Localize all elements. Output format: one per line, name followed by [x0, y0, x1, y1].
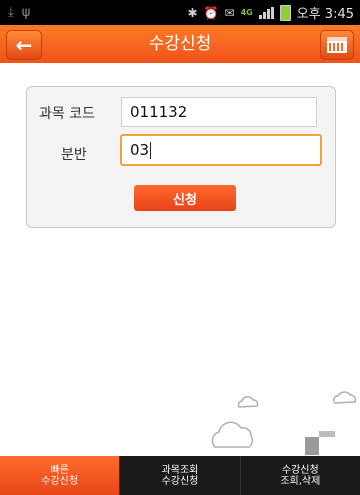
text-cursor [150, 141, 152, 159]
tab-enroll-view-delete[interactable]: 수강신청 조회,삭제 [239, 456, 360, 495]
battery-icon [279, 4, 291, 21]
title-bar: 수강신청 ← [0, 25, 360, 63]
section-label: 분반 [61, 147, 87, 163]
tab-quick-enroll[interactable]: 빠른 수강신청 [0, 456, 120, 495]
status-bar: ⤓ ψ ✱ ⏰ ✉ 4G 오후 3:45 [0, 0, 360, 25]
calendar-button[interactable] [320, 30, 354, 60]
status-clock: 오후 3:45 [296, 7, 354, 22]
section-value: 03 [130, 141, 150, 159]
course-code-value: 011132 [130, 103, 188, 121]
bottom-tab-bar: 빠른 수강신청 과목조회 수강신청 수강신청 조회,삭제 [0, 456, 360, 495]
back-button[interactable]: ← [6, 30, 42, 60]
enroll-form: 과목 코드 011132 분반 03 신청 [26, 86, 336, 228]
tab-label-line1: 빠른 [50, 464, 69, 476]
left-arrow-icon: ← [15, 33, 33, 57]
tab-label-line1: 과목조회 [161, 464, 199, 476]
calendar-icon [327, 37, 347, 53]
alarm-icon: ⏰ [203, 5, 219, 20]
bluetooth-icon: ✱ [187, 5, 198, 20]
tab-course-search[interactable]: 과목조회 수강신청 [119, 456, 240, 495]
tab-label-line2: 수강신청 [41, 475, 79, 487]
network-type: 4G [240, 7, 253, 17]
course-code-label: 과목 코드 [39, 106, 95, 122]
course-code-input[interactable]: 011132 [121, 97, 317, 127]
section-input[interactable]: 03 [120, 134, 322, 166]
download-icon: ⤓ [8, 5, 14, 20]
tab-label-line1: 수강신청 [281, 464, 319, 476]
tab-label-line2: 수강신청 [161, 475, 199, 487]
page-title: 수강신청 [148, 34, 212, 54]
usb-icon: ψ [21, 5, 31, 20]
tab-label-line2: 조회,삭제 [280, 475, 321, 487]
message-icon: ✉ [224, 5, 235, 20]
submit-button[interactable]: 신청 [134, 185, 236, 211]
cloud-illustration [211, 391, 357, 455]
signal-icon [258, 6, 274, 19]
